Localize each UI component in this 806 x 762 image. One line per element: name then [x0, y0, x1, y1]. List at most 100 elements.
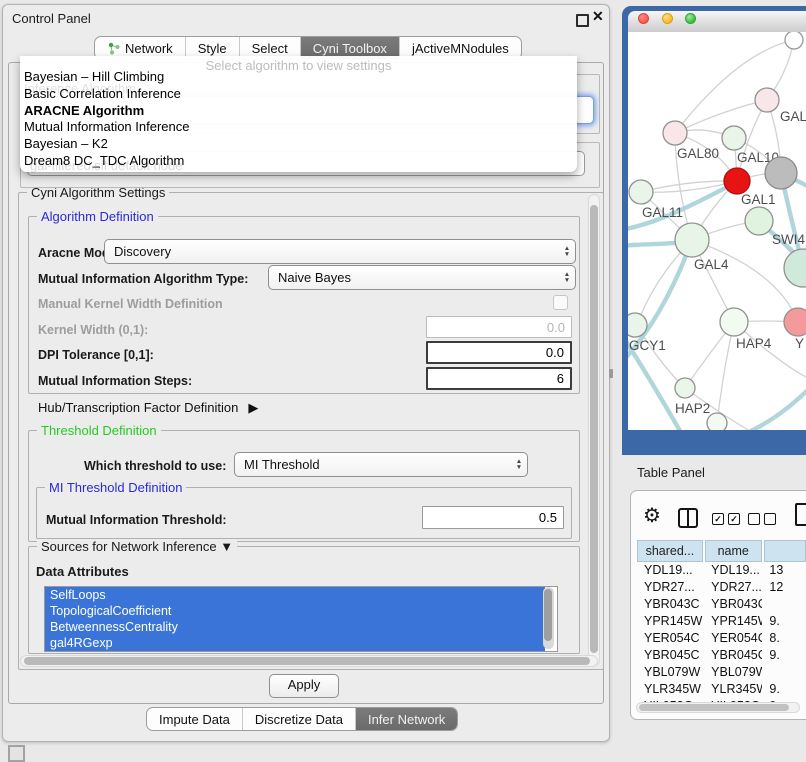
- which-threshold-select[interactable]: MI Threshold ▲▼: [234, 452, 528, 477]
- which-threshold-value: MI Threshold: [235, 457, 511, 472]
- dropdown-item-bayesian-hill-climbing[interactable]: Bayesian – Hill Climbing: [23, 69, 574, 86]
- collapse-arrow-icon[interactable]: ▼: [220, 539, 233, 554]
- table-cell: YER054C: [637, 630, 704, 647]
- gear-icon[interactable]: ⚙: [643, 503, 661, 528]
- network-graph[interactable]: GALGAL80GAL10GAL1GAL11SWI4GAL4GCY1HAP4YH…: [628, 32, 806, 430]
- attribute-item-selfloops[interactable]: SelfLoops: [45, 587, 545, 603]
- network-node-y[interactable]: [784, 308, 806, 336]
- manual-kernel-label: Manual Kernel Width Definition: [38, 297, 223, 311]
- table-row[interactable]: YBL079WYBL079W: [637, 664, 806, 681]
- network-node-gal4[interactable]: [675, 223, 709, 257]
- tab-label: Discretize Data: [255, 712, 343, 727]
- aracne-mode-select[interactable]: Discovery ▲▼: [104, 239, 576, 264]
- network-node-gal[interactable]: [755, 88, 779, 112]
- minimized-panel-icon[interactable]: [8, 745, 25, 762]
- network-node-hap2[interactable]: [675, 378, 695, 398]
- network-window-titlebar[interactable]: [628, 11, 806, 33]
- network-node[interactable]: [765, 157, 797, 189]
- network-node-hap4[interactable]: [720, 308, 748, 336]
- network-node-swi4[interactable]: [745, 207, 773, 235]
- dropdown-item-dream8-dc-tdc-algorithm[interactable]: Dream8 DC_TDC Algorithm: [23, 153, 574, 170]
- aracne-mode-value: Discovery: [105, 244, 559, 259]
- settings-vscroll-thumb[interactable]: [590, 205, 598, 653]
- columns-icon[interactable]: [678, 508, 698, 528]
- data-attributes-list[interactable]: SelfLoopsTopologicalCoefficientBetweenne…: [44, 586, 558, 652]
- network-node[interactable]: [707, 413, 727, 430]
- network-node-gal80[interactable]: [663, 121, 687, 145]
- tab-label: Network: [125, 41, 173, 56]
- attributes-vscrollbar[interactable]: [543, 587, 554, 649]
- zoom-traffic-light-icon[interactable]: [685, 13, 696, 24]
- table-horizontal-scrollbar[interactable]: [636, 702, 800, 713]
- network-tab-icon: [107, 42, 120, 55]
- node-label: GAL1: [741, 192, 776, 207]
- data-attributes-label: Data Attributes: [36, 564, 129, 579]
- select-all-checkboxes-icon[interactable]: ✓✓: [712, 513, 740, 525]
- dropdown-item-aracne-algorithm[interactable]: ARACNE Algorithm: [23, 103, 574, 120]
- table-row[interactable]: YBR045CYBR045C9.: [637, 647, 806, 664]
- close-traffic-light-icon[interactable]: [638, 13, 649, 24]
- node-attribute-table[interactable]: shared...name YDL19...YDL19...13YDR27...…: [637, 540, 806, 706]
- mi-type-select[interactable]: Naive Bayes ▲▼: [268, 265, 576, 290]
- hub-definition-label: Hub/Transcription Factor Definition: [38, 400, 238, 415]
- attribute-item-betweennesscentrality[interactable]: BetweennessCentrality: [45, 619, 545, 635]
- table-row[interactable]: YDL19...YDL19...13: [637, 562, 806, 579]
- network-node-gal10[interactable]: [722, 126, 746, 150]
- table-row[interactable]: YER054CYER054C8.: [637, 630, 806, 647]
- network-node-gal1[interactable]: [724, 168, 750, 194]
- network-canvas[interactable]: GALGAL80GAL10GAL1GAL11SWI4GAL4GCY1HAP4YH…: [628, 32, 806, 430]
- bottom-tab-impute-data[interactable]: Impute Data: [147, 708, 242, 730]
- panel-splitter-handle[interactable]: [609, 369, 613, 378]
- dpi-tolerance-field[interactable]: [426, 341, 572, 364]
- table-cell: YDL19...: [637, 562, 704, 579]
- expand-arrow-icon[interactable]: ▶: [248, 400, 258, 415]
- table-cell: YER054C: [704, 630, 762, 647]
- hub-definition-toggle[interactable]: Hub/Transcription Factor Definition ▶: [38, 400, 258, 416]
- network-node-gcy1[interactable]: [628, 313, 647, 337]
- table-row[interactable]: YDR27...YDR27...12: [637, 579, 806, 596]
- table-row[interactable]: YLR345WYLR345W9.: [637, 681, 806, 698]
- deselect-all-checkboxes-icon[interactable]: [748, 513, 776, 525]
- network-node[interactable]: [784, 249, 806, 287]
- dropdown-item-basic-correlation-inference[interactable]: Basic Correlation Inference: [23, 86, 574, 103]
- minimize-traffic-light-icon[interactable]: [662, 13, 673, 24]
- table-row[interactable]: YPR145WYPR145W9.: [637, 613, 806, 630]
- settings-horizontal-scrollbar[interactable]: [20, 655, 598, 667]
- node-label: GCY1: [629, 338, 666, 353]
- column-header-name[interactable]: name: [705, 540, 762, 562]
- column-header-shared-[interactable]: shared...: [637, 540, 703, 562]
- attribute-item-topologicalcoefficient[interactable]: TopologicalCoefficient: [45, 603, 545, 619]
- apply-button[interactable]: Apply: [269, 674, 339, 698]
- export-table-icon[interactable]: [795, 503, 806, 526]
- dropdown-item-mutual-information-inference[interactable]: Mutual Information Inference: [23, 119, 574, 136]
- close-icon[interactable]: ✕: [592, 8, 604, 25]
- table-row[interactable]: YBR043CYBR043C: [637, 596, 806, 613]
- node-label: SWI4: [772, 232, 805, 247]
- algorithm-definition-legend: Algorithm Definition: [37, 209, 158, 224]
- network-node-gal11[interactable]: [629, 180, 653, 204]
- attributes-vscroll-thumb[interactable]: [544, 589, 552, 641]
- mi-steps-field[interactable]: [426, 367, 572, 390]
- dropdown-item-bayesian-k2[interactable]: Bayesian – K2: [23, 136, 574, 153]
- mi-threshold-field[interactable]: [422, 506, 564, 529]
- network-node[interactable]: [785, 32, 803, 49]
- table-hscroll-thumb[interactable]: [639, 704, 789, 711]
- dropdown-item-list: Bayesian – Hill ClimbingBasic Correlatio…: [23, 69, 574, 170]
- column-header-extra[interactable]: [764, 540, 806, 562]
- table-cell: [762, 664, 806, 681]
- bottom-tab-infer-network[interactable]: Infer Network: [355, 708, 457, 730]
- mi-type-label: Mutual Information Algorithm Type:: [38, 272, 248, 286]
- kernel-width-field: [426, 316, 572, 338]
- table-cell: YDR27...: [637, 579, 704, 596]
- which-threshold-label: Which threshold to use:: [84, 459, 226, 473]
- table-cell: [762, 596, 806, 613]
- bottom-tab-discretize-data[interactable]: Discretize Data: [242, 708, 355, 730]
- settings-hscroll-thumb[interactable]: [24, 657, 590, 665]
- table-cell: 13: [762, 562, 806, 579]
- float-window-icon[interactable]: [576, 14, 589, 27]
- table-cell: YDR27...: [704, 579, 762, 596]
- control-panel-title: Control Panel: [12, 11, 91, 26]
- algorithm-dropdown-popup: Select algorithm to view settings Infere…: [20, 56, 577, 172]
- attribute-item-gal4rgexp[interactable]: gal4RGexp: [45, 635, 545, 651]
- settings-vertical-scrollbar[interactable]: [588, 194, 600, 666]
